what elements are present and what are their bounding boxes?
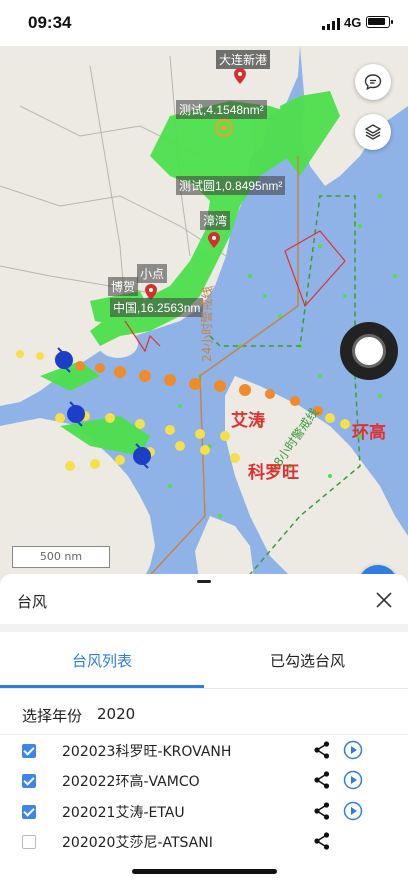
home-indicator [132, 869, 277, 874]
year-label: 选择年份 [22, 707, 83, 725]
play-icon[interactable] [343, 740, 363, 760]
typhoon-checkbox[interactable] [22, 774, 36, 788]
close-icon[interactable] [372, 588, 396, 612]
network-type: 4G [344, 15, 362, 30]
label-24h-line: 24小时警戒线 [200, 286, 214, 362]
typhoon-panel: 台风 台风列表 已勾选台风 选择年份 2020 202023科罗旺-KROVAN… [0, 574, 408, 883]
share-icon[interactable] [314, 802, 330, 820]
typhoon-checkbox[interactable] [22, 805, 36, 819]
capture-inner-circle [352, 334, 386, 368]
section-divider [0, 624, 408, 632]
label-test-area: 测试,4.1548nm² [176, 100, 267, 119]
typhoon-name: 202021艾涛-ETAU [62, 805, 185, 821]
share-icon[interactable] [314, 832, 330, 850]
play-icon[interactable] [343, 770, 363, 790]
share-icon[interactable] [314, 771, 330, 789]
status-bar: 09:34 4G [0, 0, 408, 46]
message-button[interactable] [355, 64, 391, 100]
typhoon-name: 202022环高-VAMCO [62, 774, 200, 790]
tab-divider [0, 688, 408, 689]
label-bohe: 博贺 [108, 277, 139, 296]
typhoon-name-krovanh: 科罗旺 [248, 463, 299, 483]
typhoon-row[interactable]: 202021艾涛-ETAU [0, 796, 408, 826]
label-dalian-port: 大连新港 [216, 50, 271, 69]
layers-icon [364, 124, 382, 140]
signal-icon [322, 18, 340, 30]
label-china-distance: 中国,16.2563nm [110, 298, 204, 317]
pin-icon[interactable] [208, 232, 220, 248]
tab-typhoon-list[interactable]: 台风列表 [72, 650, 132, 671]
typhoon-checkbox[interactable] [22, 744, 36, 758]
typhoon-checkbox[interactable] [22, 835, 36, 849]
typhoon-map[interactable]: 大连新港 测试,4.1548nm² 测试圆1,0.8495nm² 漳湾 小点 博… [0, 46, 408, 586]
message-icon [364, 74, 382, 91]
battery-tip [391, 20, 393, 24]
typhoon-name: 202020艾莎尼-ATSANI [62, 835, 213, 851]
year-selector[interactable]: 2020 [97, 705, 135, 723]
share-icon[interactable] [314, 741, 330, 759]
label-small-point: 小点 [137, 264, 168, 283]
pin-icon[interactable] [234, 68, 246, 84]
play-icon[interactable] [343, 801, 363, 821]
typhoon-name: 202023科罗旺-KROVANH [62, 744, 232, 760]
map-scale: 500 nm [12, 546, 110, 568]
label-zhangwan: 漳湾 [200, 211, 231, 230]
drag-handle[interactable] [197, 580, 211, 583]
typhoon-name-vamco: 环高 [352, 423, 386, 443]
layers-button[interactable] [355, 114, 391, 150]
panel-title: 台风 [17, 593, 48, 611]
typhoon-row[interactable]: 202020艾莎尼-ATSANI [0, 826, 408, 856]
typhoon-name-etau: 艾涛 [231, 411, 265, 431]
floating-capture-button[interactable] [340, 322, 398, 380]
status-time: 09:34 [28, 13, 72, 32]
label-test-circle: 测试圆1,0.8495nm² [176, 176, 286, 195]
battery-icon [366, 16, 390, 28]
typhoon-row[interactable]: 202023科罗旺-KROVANH [0, 735, 408, 765]
tab-selected-typhoons[interactable]: 已勾选台风 [270, 650, 345, 671]
typhoon-row[interactable]: 202022环高-VAMCO [0, 765, 408, 795]
